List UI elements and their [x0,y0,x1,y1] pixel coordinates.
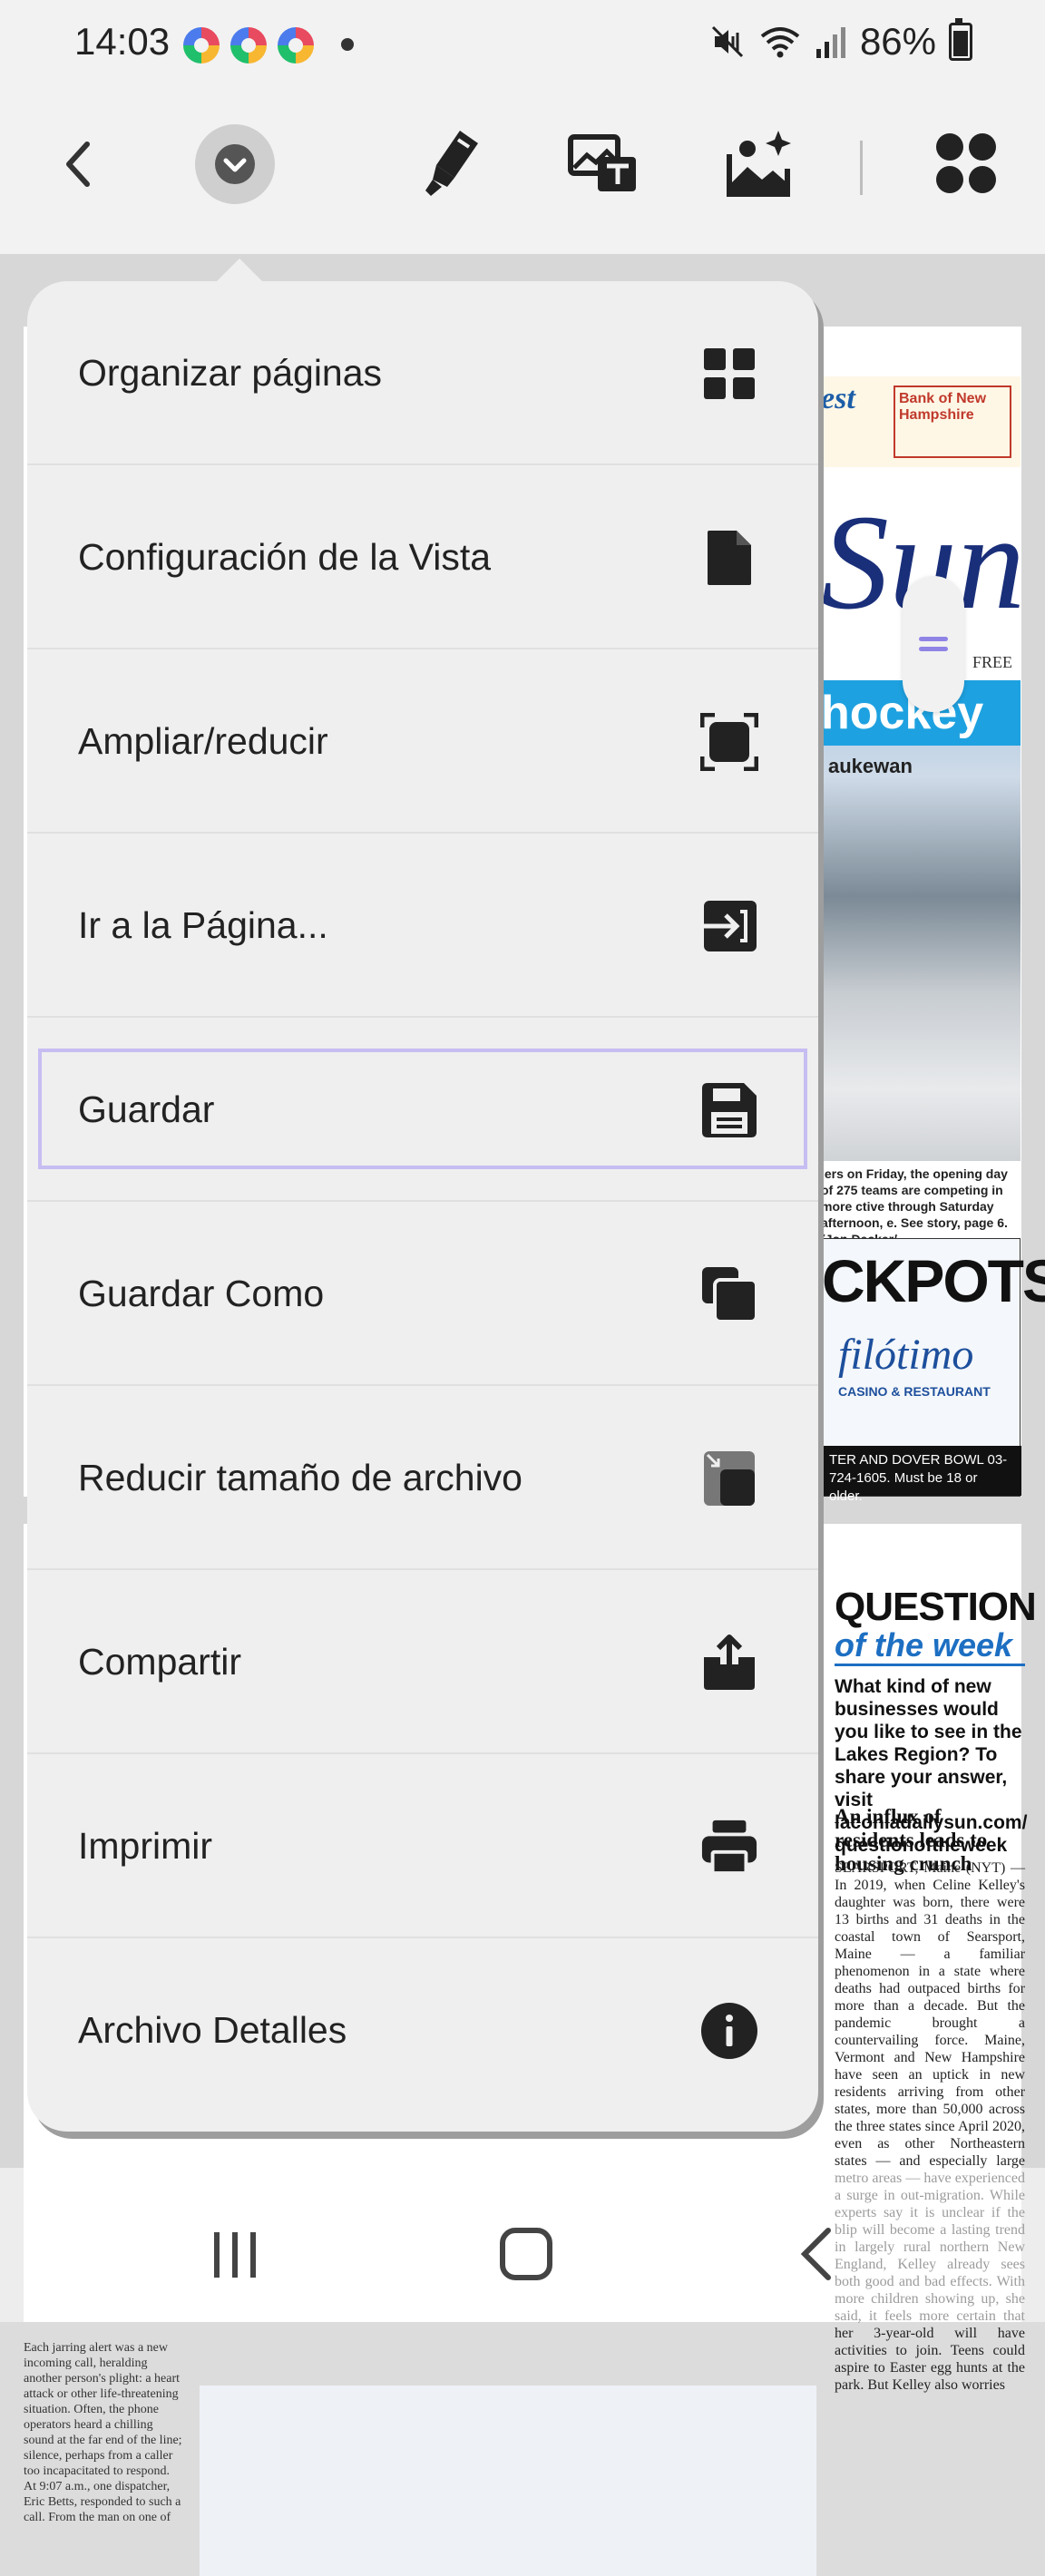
print-icon [700,1818,758,1876]
casino-brand: filótimo [838,1331,974,1379]
save-icon [700,1081,758,1139]
ad-banner: est Bank of New Hampshire [821,376,1021,467]
menu-item-print[interactable]: Imprimir [27,1754,818,1938]
menu-item-label: Imprimir [78,1825,213,1867]
grid-icon [700,345,758,403]
casino-footer: TER AND DOVER BOWL 03-724-1605. Must be … [822,1446,1021,1504]
image-edit-icon [727,131,791,197]
more-options-button[interactable] [195,124,275,204]
info-icon [700,2002,758,2060]
ad-bank-text: Bank of New Hampshire [894,385,1011,458]
back-nav-button[interactable] [780,2218,853,2290]
drag-handle-icon [919,637,948,651]
back-button[interactable] [45,132,111,197]
menu-item-file-details[interactable]: Archivo Detalles [27,1938,818,2122]
apps-grid-icon [936,133,996,193]
status-right: 86% [709,18,972,63]
menu-item-go-to-page[interactable]: Ir a la Página... [27,834,818,1018]
apps-button[interactable] [925,122,1007,204]
qotw-subtitle: of the week [835,1627,1025,1666]
ad-best-text: est [821,382,855,415]
more-notifications-dot-icon [341,38,354,51]
chevron-down-icon [215,144,255,184]
app-notification-icon [278,27,314,63]
menu-item-label: Compartir [78,1641,241,1683]
share-icon [700,1634,758,1692]
status-time: 14:03 [74,20,171,63]
menu-item-zoom[interactable]: Ampliar/reducir [27,649,818,834]
signal-icon [815,27,845,58]
mute-icon [711,25,743,58]
more-options-menu: Organizar páginas Configuración de la Vi… [27,281,818,2132]
app-notification-icon [230,27,267,63]
menu-item-label: Guardar [78,1088,215,1130]
menu-item-label: Reducir tamaño de archivo [78,1457,522,1498]
menu-item-reduce-file-size[interactable]: Reducir tamaño de archivo [27,1386,818,1570]
wifi-icon [760,27,800,58]
qotw-title: QUESTION [835,1585,1037,1629]
home-icon [500,2228,552,2280]
fit-screen-icon [700,713,758,771]
article-body-left: Each jarring alert was a new incoming ca… [24,2341,182,2524]
system-navigation-bar [0,2168,1045,2322]
toolbar-divider [860,141,863,195]
casino-ad-headline: CKPOTS [822,1247,1045,1314]
recent-apps-icon [214,2232,256,2278]
recent-apps-button[interactable] [200,2218,272,2290]
menu-item-save-as[interactable]: Guardar Como [27,1202,818,1386]
menu-item-organize-pages[interactable]: Organizar páginas [27,281,818,465]
notification-icons [183,27,314,63]
menu-item-label: Organizar páginas [78,352,383,394]
photo-subhead: aukewan [828,755,913,777]
home-button[interactable] [490,2218,562,2290]
menu-pointer [216,259,263,282]
edit-image-button[interactable] [721,122,803,204]
back-nav-icon [800,2228,831,2280]
copy-icon [700,1265,758,1323]
skier-photo [200,2386,816,2576]
menu-item-share[interactable]: Compartir [27,1570,818,1754]
menu-item-label: Configuración de la Vista [78,536,492,578]
battery-percent: 86% [859,20,936,63]
menu-item-label: Archivo Detalles [78,2009,347,2051]
reduce-size-icon [700,1449,758,1508]
menu-item-label: Ampliar/reducir [78,720,328,762]
status-bar: 14:03 86% [0,0,1045,91]
add-text-button[interactable] [562,122,644,204]
casino-ad: CKPOTS filótimo CASINO & RESTAURANT TER … [821,1238,1045,1504]
editor-toolbar [0,91,1045,254]
back-arrow-icon [66,141,90,187]
photo-caption: lers on Friday, the opening day of 275 t… [821,1166,1008,1246]
battery-icon [949,18,972,61]
highlighter-button[interactable] [413,122,494,204]
text-on-image-icon [568,134,636,191]
document-icon [700,529,758,587]
menu-item-view-settings[interactable]: Configuración de la Vista [27,465,818,649]
menu-item-save[interactable]: Guardar [27,1018,818,1202]
menu-item-label: Ir a la Página... [78,904,328,946]
app-notification-icon [183,27,220,63]
masthead-free-label: FREE [972,653,1013,671]
casino-subtitle: CASINO & RESTAURANT [838,1384,991,1399]
news-photo: hockey aukewan [821,680,1021,1161]
go-to-page-icon [700,897,758,955]
menu-item-label: Guardar Como [78,1273,325,1314]
scroll-handle[interactable] [903,576,964,712]
highlighter-icon [425,131,478,196]
